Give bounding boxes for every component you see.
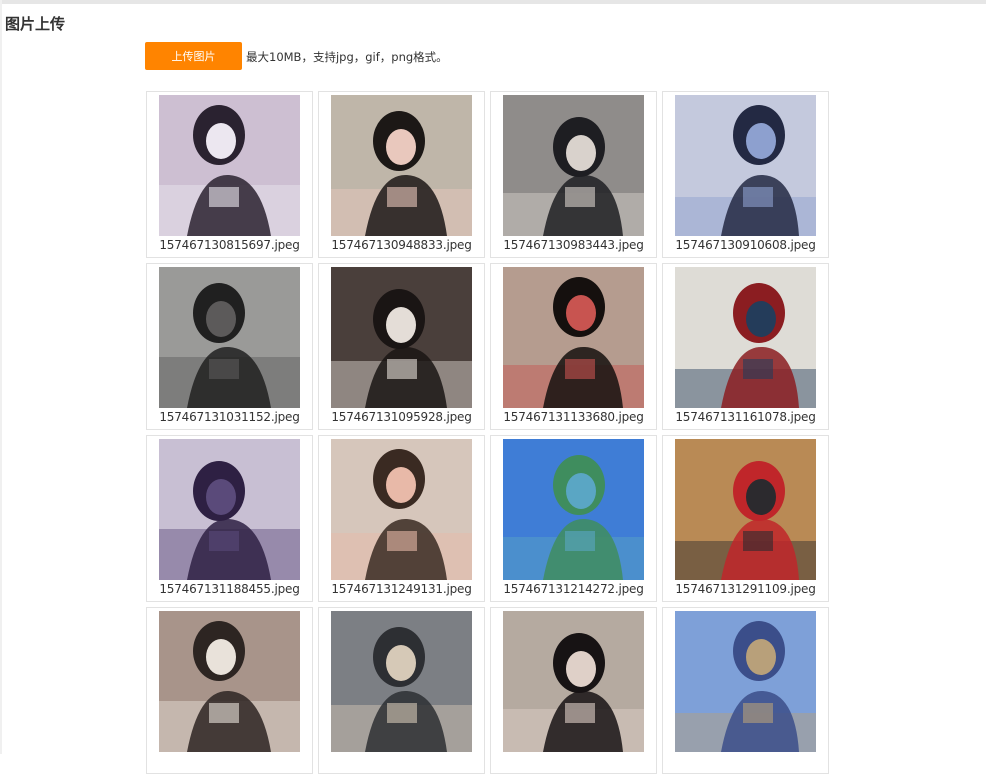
image-thumbnail[interactable] <box>503 95 644 236</box>
image-thumbnail[interactable] <box>331 611 472 752</box>
image-filename: 157467130948833.jpeg <box>331 238 472 252</box>
image-thumbnail[interactable] <box>331 439 472 580</box>
image-thumbnail[interactable] <box>675 611 816 752</box>
image-thumbnail[interactable] <box>503 439 644 580</box>
upload-hint: 最大10MB，支持jpg，gif，png格式。 <box>246 50 448 64</box>
image-filename: 157467130815697.jpeg <box>159 238 300 252</box>
image-thumbnail[interactable] <box>675 439 816 580</box>
image-filename: 157467131031152.jpeg <box>159 410 300 424</box>
image-filename: 157467131214272.jpeg <box>503 582 644 596</box>
image-filename: 157467130983443.jpeg <box>503 238 644 252</box>
image-card[interactable] <box>490 607 657 774</box>
image-thumbnail[interactable] <box>503 267 644 408</box>
image-card[interactable]: 157467130910608.jpeg <box>662 91 829 258</box>
image-filename: 157467131291109.jpeg <box>675 582 816 596</box>
image-thumbnail[interactable] <box>503 611 644 752</box>
image-card[interactable]: 157467131161078.jpeg <box>662 263 829 430</box>
image-filename: 157467131188455.jpeg <box>159 582 300 596</box>
image-card[interactable]: 157467130948833.jpeg <box>318 91 485 258</box>
image-filename: 157467131161078.jpeg <box>675 410 816 424</box>
image-thumbnail[interactable] <box>331 95 472 236</box>
image-card[interactable]: 157467131031152.jpeg <box>146 263 313 430</box>
image-card[interactable] <box>662 607 829 774</box>
image-thumbnail[interactable] <box>159 611 300 752</box>
image-card[interactable]: 157467130815697.jpeg <box>146 91 313 258</box>
image-card[interactable]: 157467131133680.jpeg <box>490 263 657 430</box>
image-card[interactable]: 157467131249131.jpeg <box>318 435 485 602</box>
image-thumbnail[interactable] <box>675 267 816 408</box>
image-grid: 157467130815697.jpeg 157467130948833.jpeg… <box>146 91 829 774</box>
upload-image-button[interactable]: 上传图片 <box>145 42 242 70</box>
left-border <box>0 0 2 754</box>
page-title: 图片上传 <box>5 15 66 33</box>
image-card[interactable] <box>146 607 313 774</box>
image-filename: 157467131095928.jpeg <box>331 410 472 424</box>
image-card[interactable]: 157467130983443.jpeg <box>490 91 657 258</box>
image-thumbnail[interactable] <box>331 267 472 408</box>
image-card[interactable] <box>318 607 485 774</box>
image-filename: 157467130910608.jpeg <box>675 238 816 252</box>
image-card[interactable]: 157467131214272.jpeg <box>490 435 657 602</box>
image-thumbnail[interactable] <box>159 95 300 236</box>
image-filename: 157467131249131.jpeg <box>331 582 472 596</box>
image-thumbnail[interactable] <box>159 267 300 408</box>
image-card[interactable]: 157467131095928.jpeg <box>318 263 485 430</box>
image-thumbnail[interactable] <box>675 95 816 236</box>
image-card[interactable]: 157467131188455.jpeg <box>146 435 313 602</box>
top-border <box>0 0 986 4</box>
image-card[interactable]: 157467131291109.jpeg <box>662 435 829 602</box>
image-filename: 157467131133680.jpeg <box>503 410 644 424</box>
image-thumbnail[interactable] <box>159 439 300 580</box>
